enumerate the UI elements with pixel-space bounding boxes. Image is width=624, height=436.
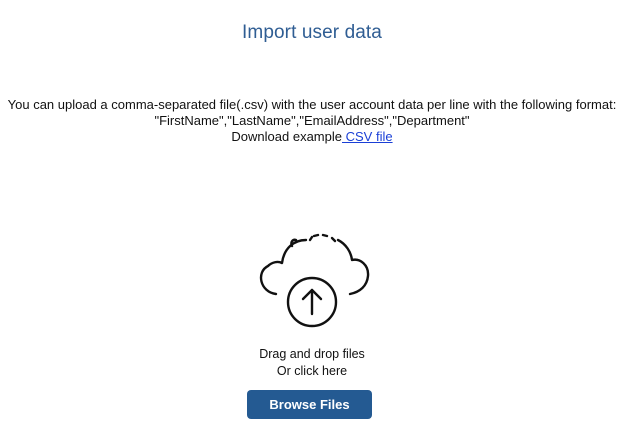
browse-files-button[interactable]: Browse Files xyxy=(247,390,372,419)
instructions-text: You can upload a comma-separated file(.c… xyxy=(7,97,617,112)
click-here-label: Or click here xyxy=(276,364,348,378)
download-example-line: Download example CSV file xyxy=(0,129,624,145)
csv-format-text: "FirstName","LastName","EmailAddress","D… xyxy=(154,113,470,128)
drag-drop-label: Drag and drop files xyxy=(259,347,365,361)
page-title: Import user data xyxy=(242,22,382,43)
import-instructions: You can upload a comma-separated file(.c… xyxy=(0,97,624,145)
dropzone-text: Drag and drop files Or click here xyxy=(222,346,402,380)
csv-file-link[interactable]: CSV file xyxy=(342,129,393,144)
import-user-data-page: Import user data You can upload a comma-… xyxy=(0,0,624,436)
download-example-label: Download example xyxy=(231,129,342,144)
cloud-upload-icon xyxy=(259,233,370,328)
